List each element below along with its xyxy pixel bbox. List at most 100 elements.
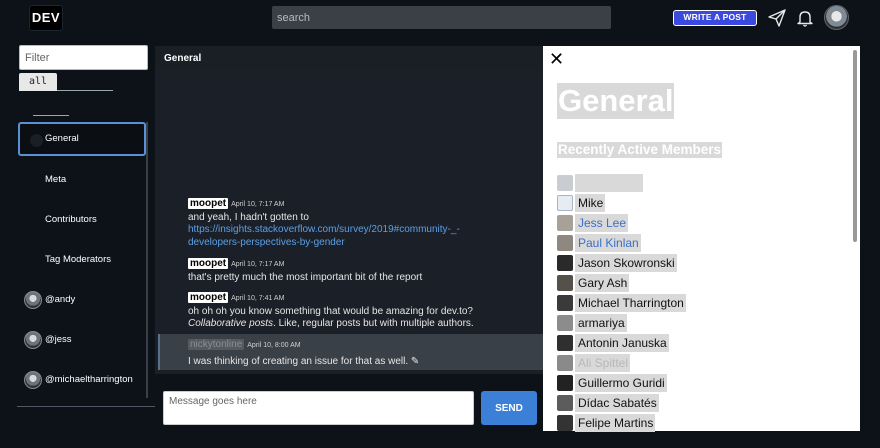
sidebar-item-label: @michaeltharrington	[45, 374, 133, 385]
avatar	[24, 371, 42, 389]
member-name: Guillermo Guridi	[575, 374, 667, 392]
message-author[interactable]: moopet	[188, 258, 229, 269]
filter-input[interactable]	[19, 45, 148, 70]
message-emphasis: Collaborative posts	[188, 318, 274, 329]
message: moopet April 10, 7:17 AM that's pretty mu…	[188, 258, 422, 284]
member-item[interactable]: Guillermo Guridi	[557, 374, 667, 392]
sidebar-item-contributors[interactable]: Contributors	[18, 203, 146, 237]
chat-header: General	[155, 46, 543, 70]
message-link[interactable]: https://insights.stackoverflow.com/surve…	[188, 224, 460, 235]
message-text: I was thinking of creating an issue for …	[188, 355, 420, 367]
channel-details-panel: ✕ General Recently Active Members nickyt…	[543, 46, 860, 432]
panel-scrollbar[interactable]	[853, 50, 857, 242]
avatar	[557, 355, 573, 371]
member-item[interactable]: Michael Tharrington	[557, 294, 686, 312]
member-item[interactable]: Dídac Sabatés	[557, 394, 659, 412]
channel-title: General	[164, 53, 202, 64]
section-divider	[33, 115, 69, 116]
sidebar-item-label: Contributors	[45, 214, 97, 225]
sidebar-scrollbar[interactable]	[146, 122, 148, 398]
bell-icon[interactable]	[795, 8, 815, 28]
member-item[interactable]: armariya	[557, 314, 627, 332]
sidebar-item-label: Tag Moderators	[45, 254, 112, 265]
member-name: Jess Lee	[575, 214, 629, 232]
avatar	[557, 315, 573, 331]
sidebar-item-meta[interactable]: Meta	[18, 163, 146, 197]
member-name: Felipe Martins	[575, 414, 656, 432]
member-item[interactable]: Ali Spittel	[557, 354, 631, 372]
member-name: Gary Ash	[575, 274, 630, 292]
member-name: nickytonline	[575, 174, 643, 192]
member-item[interactable]: Paul Kinlan	[557, 234, 641, 252]
message-link-cont[interactable]: developers-perspectives-by-gender	[188, 237, 345, 248]
avatar	[557, 235, 573, 251]
search-input[interactable]	[272, 6, 611, 29]
write-post-button[interactable]: WRITE A POST	[673, 10, 757, 26]
message-text: that's pretty much the most important bi…	[188, 271, 423, 283]
panel-title: General	[557, 83, 675, 119]
member-name: Antonin Januska	[575, 334, 669, 352]
message-time: April 10, 8:00 AM	[247, 342, 301, 349]
avatar	[557, 215, 573, 231]
message-text: and yeah, I hadn't gotten to	[188, 211, 309, 223]
message-input[interactable]	[163, 391, 474, 425]
member-item[interactable]: Mike	[557, 194, 606, 212]
member-name: Jason Skowronski	[575, 254, 677, 272]
top-bar: DEV WRITE A POST	[0, 0, 880, 36]
tab-divider	[57, 90, 113, 91]
message-time: April 10, 7:41 AM	[231, 295, 285, 302]
member-name: armariya	[575, 314, 627, 332]
message-time: April 10, 7:17 AM	[231, 261, 285, 268]
message-author[interactable]: nickytonline	[188, 339, 245, 350]
sidebar-item-jess[interactable]: @jess	[18, 323, 146, 357]
message-text: oh oh oh you know something that would b…	[188, 305, 473, 317]
close-icon[interactable]: ✕	[549, 50, 565, 68]
member-item[interactable]: nickytonline	[557, 174, 643, 192]
member-name: Michael Tharrington	[575, 294, 686, 312]
member-name: Dídac Sabatés	[575, 394, 659, 412]
sidebar-divider	[17, 406, 155, 407]
user-avatar[interactable]	[824, 5, 849, 30]
member-item[interactable]: Felipe Martins	[557, 414, 656, 432]
member-item[interactable]: Jason Skowronski	[557, 254, 677, 272]
message-author[interactable]: moopet	[188, 198, 229, 209]
avatar	[557, 375, 573, 391]
avatar	[557, 395, 573, 411]
member-item[interactable]: Antonin Januska	[557, 334, 669, 352]
sidebar-item-tag-moderators[interactable]: Tag Moderators	[18, 243, 146, 277]
message-text-cont: . Like, regular posts but with multiple …	[273, 318, 474, 329]
sidebar-item-michaeltharrington[interactable]: @michaeltharrington	[18, 363, 146, 397]
message-author[interactable]: moopet	[188, 292, 229, 303]
avatar	[557, 255, 573, 271]
avatar	[557, 195, 573, 211]
sidebar-item-general[interactable]: General	[18, 122, 146, 156]
avatar	[557, 175, 573, 191]
panel-subtitle: Recently Active Members	[557, 142, 723, 158]
tab-all[interactable]: all	[19, 73, 57, 91]
dev-logo[interactable]: DEV	[29, 5, 63, 31]
member-name: Mike	[575, 194, 606, 212]
avatar	[24, 291, 42, 309]
message: moopet April 10, 7:17 AM and yeah, I hadn…	[188, 198, 460, 249]
avatar	[557, 295, 573, 311]
sidebar-item-andy[interactable]: @andy	[18, 283, 146, 317]
avatar	[557, 275, 573, 291]
member-item[interactable]: Gary Ash	[557, 274, 630, 292]
channel-icon	[30, 134, 43, 147]
avatar	[24, 331, 42, 349]
message-time: April 10, 7:17 AM	[231, 201, 285, 208]
sidebar-item-label: General	[45, 133, 79, 144]
member-name: Ali Spittel	[575, 354, 631, 372]
message: nickytonline April 10, 8:00 AM I was thin…	[188, 339, 419, 371]
sidebar-item-label: Meta	[45, 174, 67, 185]
send-button[interactable]: SEND	[481, 391, 537, 425]
channel-sidebar: all General Meta Contributors Tag Modera…	[0, 36, 155, 448]
avatar	[557, 415, 573, 431]
sidebar-item-label: @andy	[45, 294, 76, 305]
message: moopet April 10, 7:41 AM oh oh oh you kno…	[188, 292, 474, 331]
avatar	[557, 335, 573, 351]
sidebar-item-label: @jess	[45, 334, 72, 345]
member-item[interactable]: Jess Lee	[557, 214, 629, 232]
paper-plane-icon[interactable]	[767, 8, 787, 28]
member-name: Paul Kinlan	[575, 234, 641, 252]
